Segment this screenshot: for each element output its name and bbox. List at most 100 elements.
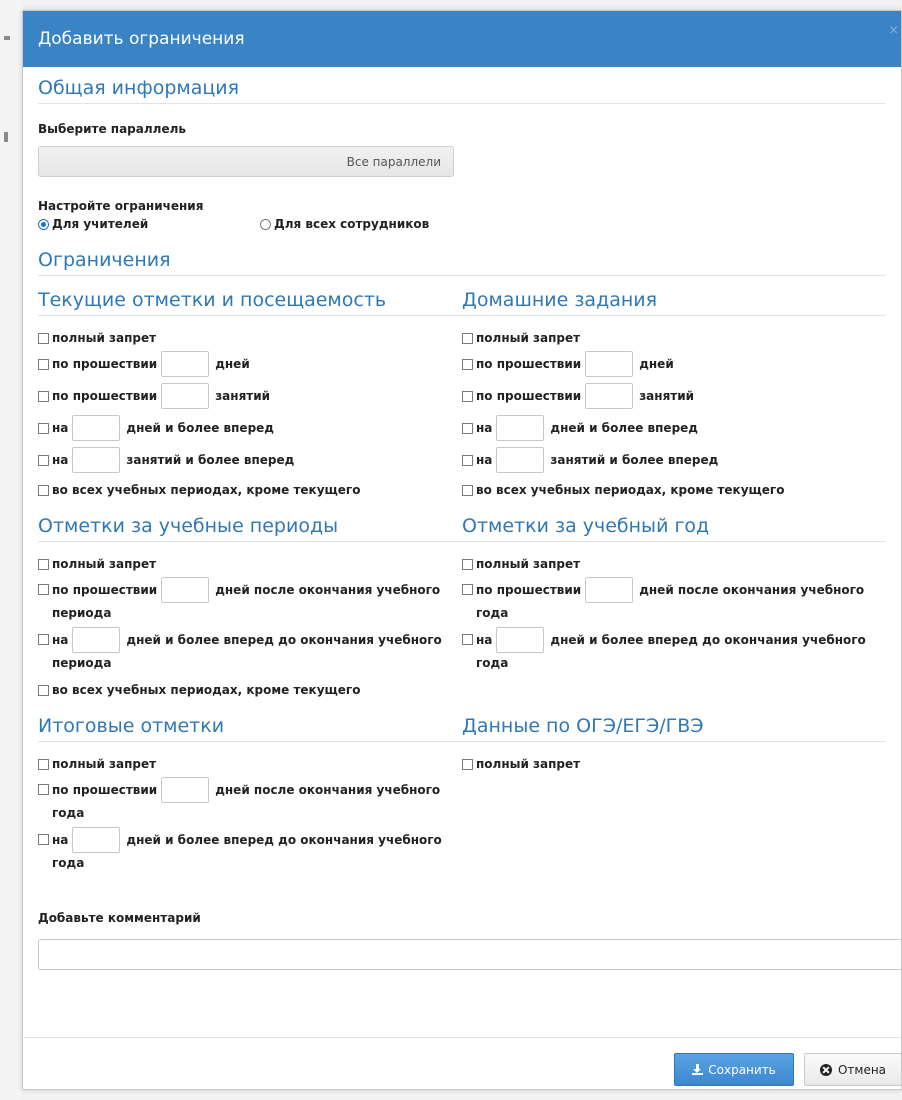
current-after-days-checkbox[interactable] — [38, 358, 49, 370]
parallel-label: Выберите параллель — [38, 122, 186, 136]
current-after-days-input[interactable] — [161, 351, 210, 377]
homework-after-days-input[interactable] — [585, 351, 634, 377]
parallel-select[interactable]: Все параллели — [38, 146, 454, 177]
period-ahead-checkbox[interactable] — [38, 634, 49, 645]
option-label: полный запрет — [476, 757, 581, 771]
background-mark — [4, 132, 8, 142]
dialog-header: Добавить ограничения × — [23, 11, 901, 67]
period-full-ban-option: полный запрет — [38, 557, 462, 571]
homework-after-days-option: по прошествии дней — [462, 351, 886, 377]
option-label: дней и более вперед — [550, 421, 698, 435]
exam-full-ban-checkbox[interactable] — [462, 758, 473, 770]
current-ahead-lessons-checkbox[interactable] — [38, 454, 49, 466]
current-after-lessons-checkbox[interactable] — [38, 390, 49, 402]
current-full-ban-option: полный запрет — [38, 331, 462, 345]
final-ahead-days-input[interactable] — [72, 827, 121, 853]
option-label: дней после окончания учебного — [215, 783, 441, 797]
option-label: дней и более вперед — [126, 421, 274, 435]
period-full-ban-checkbox[interactable] — [38, 558, 49, 570]
option-label: полный запрет — [52, 331, 157, 345]
final-full-ban-option: полный запрет — [38, 757, 462, 771]
homework-ahead-days-checkbox[interactable] — [462, 422, 473, 434]
radio-teachers-dot[interactable] — [38, 218, 49, 230]
option-label: занятий — [639, 389, 695, 403]
period-after-checkbox[interactable] — [38, 584, 49, 595]
option-label: по прошествии — [476, 357, 582, 371]
comment-input[interactable] — [38, 939, 902, 970]
final-ahead-checkbox[interactable] — [38, 834, 49, 845]
option-label: полный запрет — [476, 557, 581, 571]
year-ahead-checkbox[interactable] — [462, 634, 473, 645]
option-label: на — [52, 421, 69, 435]
save-button-label: Сохранить — [708, 1062, 776, 1077]
option-label: занятий и более вперед — [126, 453, 295, 467]
homework-after-lessons-input[interactable] — [585, 383, 634, 409]
option-label: на — [52, 833, 69, 847]
radio-all-staff-dot[interactable] — [260, 218, 271, 230]
current-full-ban-checkbox[interactable] — [38, 332, 49, 344]
current-all-periods-checkbox[interactable] — [38, 484, 49, 496]
option-label: на — [476, 633, 493, 647]
radio-all-staff[interactable]: Для всех сотрудников — [260, 217, 429, 231]
current-ahead-lessons-input[interactable] — [72, 447, 121, 473]
year-ahead-days-input[interactable] — [496, 627, 545, 653]
final-after-checkbox[interactable] — [38, 784, 49, 795]
download-icon — [692, 1064, 704, 1075]
year-after-option: по прошествии дней после окончания учебн… — [462, 577, 886, 623]
radio-teachers-label: Для учителей — [52, 217, 149, 231]
year-full-ban-checkbox[interactable] — [462, 558, 473, 570]
radio-all-staff-label: Для всех сотрудников — [274, 217, 430, 231]
parallel-select-value: Все параллели — [346, 154, 441, 169]
save-button[interactable]: Сохранить — [674, 1053, 794, 1086]
exam-full-ban-option: полный запрет — [462, 757, 886, 771]
option-label: года — [476, 656, 509, 670]
exam-data-section: Данные по ОГЭ/ЕГЭ/ГВЭ полный запрет — [462, 715, 886, 873]
homework-full-ban-checkbox[interactable] — [462, 332, 473, 344]
year-marks-section: Отметки за учебный год полный запрет по … — [462, 515, 886, 697]
option-label: дней и более вперед до окончания учебног… — [126, 833, 442, 847]
radio-teachers[interactable]: Для учителей — [38, 217, 260, 231]
option-label: дней после окончания учебного — [639, 583, 865, 597]
background-mark — [4, 36, 10, 40]
year-after-days-input[interactable] — [585, 577, 634, 603]
homework-ahead-days-option: на дней и более вперед — [462, 415, 886, 441]
homework-ahead-lessons-checkbox[interactable] — [462, 454, 473, 466]
current-ahead-days-input[interactable] — [72, 415, 121, 441]
option-label: года — [476, 606, 509, 620]
close-icon[interactable]: × — [888, 23, 899, 38]
option-label: на — [52, 633, 69, 647]
option-label: занятий и более вперед — [550, 453, 719, 467]
option-label: на — [52, 453, 69, 467]
section-title-year-marks: Отметки за учебный год — [462, 515, 886, 542]
year-after-checkbox[interactable] — [462, 584, 473, 595]
period-after-days-input[interactable] — [161, 577, 210, 603]
homework-after-days-checkbox[interactable] — [462, 358, 473, 370]
homework-all-periods-option: во всех учебных периодах, кроме текущего — [462, 483, 886, 497]
period-all-periods-checkbox[interactable] — [38, 684, 49, 696]
option-label: по прошествии — [52, 583, 158, 597]
homework-ahead-days-input[interactable] — [496, 415, 545, 441]
option-label: по прошествии — [52, 357, 158, 371]
dialog-title: Добавить ограничения — [38, 29, 245, 49]
option-label: дней — [639, 357, 674, 371]
current-after-lessons-input[interactable] — [161, 383, 210, 409]
year-full-ban-option: полный запрет — [462, 557, 886, 571]
homework-after-lessons-option: по прошествии занятий — [462, 383, 886, 409]
final-full-ban-checkbox[interactable] — [38, 758, 49, 770]
homework-ahead-lessons-input[interactable] — [496, 447, 545, 473]
option-label: по прошествии — [52, 389, 158, 403]
add-restrictions-dialog: Добавить ограничения × Общая информация … — [22, 10, 902, 1090]
option-label: периода — [52, 656, 112, 670]
dialog-footer: Сохранить Отмена — [23, 1037, 902, 1091]
current-ahead-days-checkbox[interactable] — [38, 422, 49, 434]
option-label: во всех учебных периодах, кроме текущего — [52, 683, 361, 697]
section-title-homework: Домашние задания — [462, 289, 886, 316]
option-label: на — [476, 453, 493, 467]
homework-all-periods-checkbox[interactable] — [462, 484, 473, 496]
period-ahead-days-input[interactable] — [72, 627, 121, 653]
final-ahead-option: на дней и более вперед до окончания учеб… — [38, 827, 462, 873]
option-label: на — [476, 421, 493, 435]
homework-after-lessons-checkbox[interactable] — [462, 390, 473, 402]
cancel-button[interactable]: Отмена — [804, 1053, 902, 1086]
final-after-days-input[interactable] — [161, 777, 210, 803]
